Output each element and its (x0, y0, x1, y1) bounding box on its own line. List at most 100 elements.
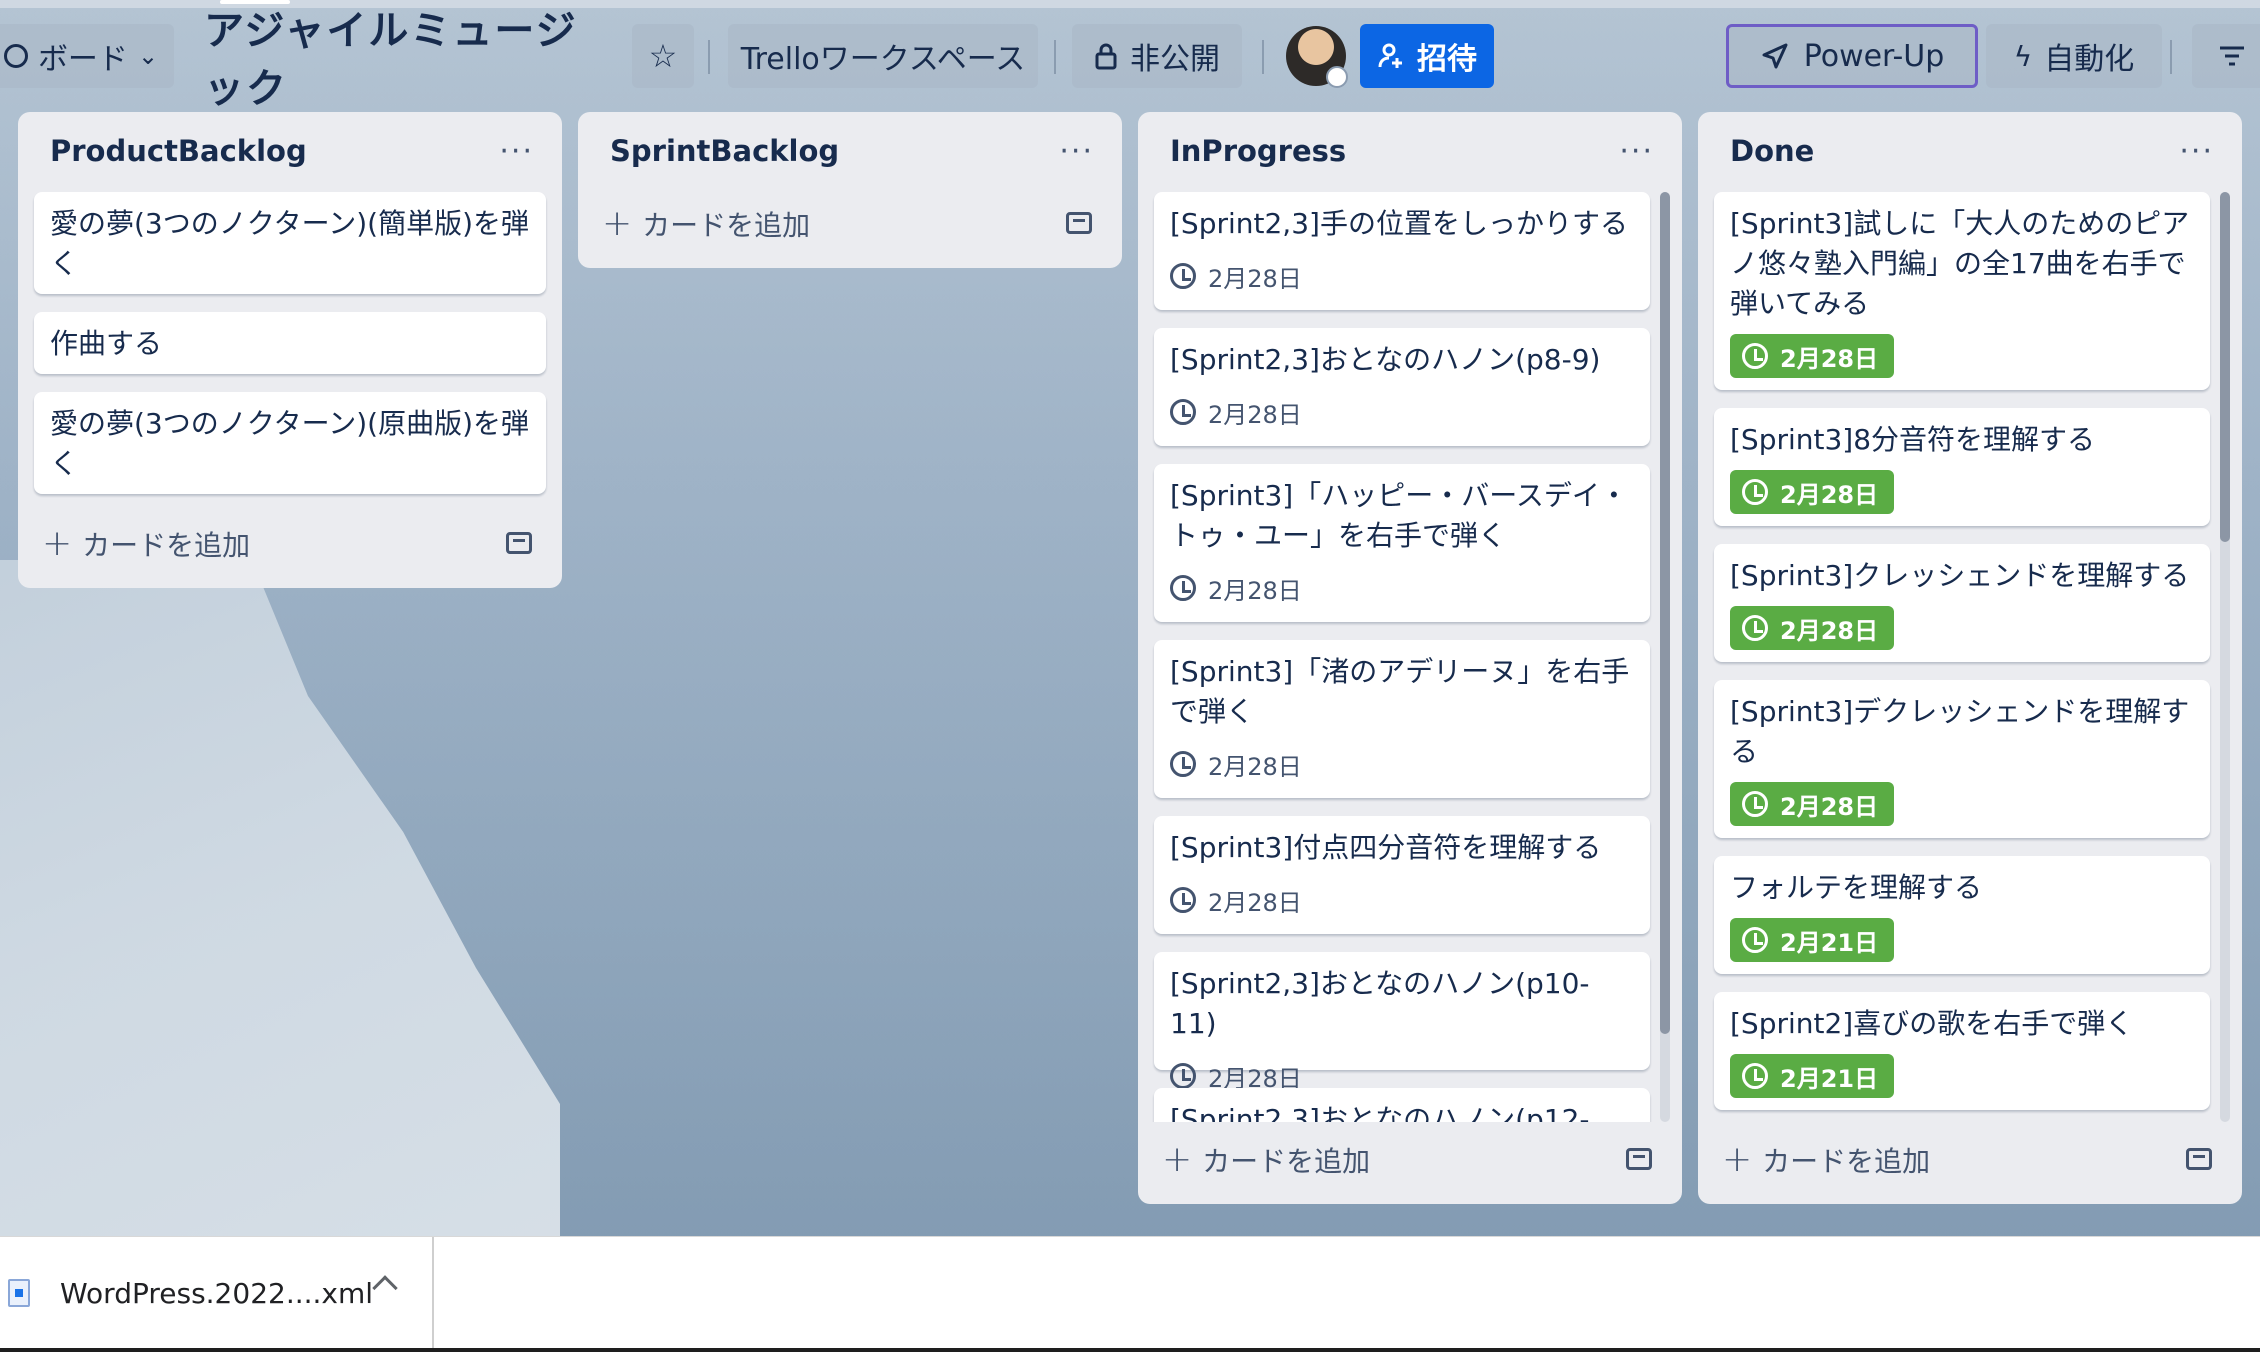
card-template-icon[interactable] (2186, 1148, 2212, 1170)
powerup-button[interactable]: Power-Up (1726, 24, 1978, 88)
due-date-badge[interactable]: 2月21日 (1730, 1054, 1895, 1098)
card-title: フォルテを理解する (1730, 871, 1983, 904)
divider (708, 40, 710, 74)
due-date-badge[interactable]: 2月28日 (1730, 470, 1895, 514)
due-date: 2月28日 (1780, 616, 1879, 645)
due-date-badge[interactable]: 2月28日 (1730, 782, 1895, 826)
card[interactable]: [Sprint3]「渚のアデリーヌ」を右手で弾く 2月28日 (1154, 640, 1650, 798)
list-title[interactable]: SprintBacklog (610, 134, 839, 168)
card[interactable]: 作曲する (34, 312, 546, 374)
card-list[interactable]: [Sprint3]試しに「大人のためのピアノ悠々塾入門編」の全17曲を右手で弾い… (1698, 192, 2242, 1122)
card[interactable]: [Sprint3]試しに「大人のためのピアノ悠々塾入門編」の全17曲を右手で弾い… (1714, 192, 2210, 390)
rocket-icon (1762, 43, 1788, 69)
card[interactable]: [Sprint3]デクレッシェンドを理解する 2月28日 (1714, 680, 2210, 838)
board-header: ボード ⌄ アジャイルミュージック ☆ Trelloワークスペース 非公開 招待… (0, 8, 2260, 112)
add-card-label: カードを追加 (642, 209, 811, 242)
due-date: 2月21日 (1780, 1064, 1879, 1093)
card-title: [Sprint2,3]手の位置をしっかりする (1170, 207, 1628, 240)
card[interactable]: [Sprint2]喜びの歌を右手で弾く 2月21日 (1714, 992, 2210, 1110)
card[interactable]: フォルテを理解する 2月21日 (1714, 856, 2210, 974)
add-card-button[interactable]: + カードを追加 (1722, 1140, 1930, 1180)
card-title: [Sprint2,3]おとなのハノン(p12-13) (1170, 1103, 1590, 1122)
card[interactable]: [Sprint2,3]おとなのハノン(p12-13) (1154, 1088, 1650, 1122)
list-menu-button[interactable]: ··· (499, 134, 534, 169)
board-icon (3, 44, 28, 68)
list-menu-button[interactable]: ··· (2179, 134, 2214, 169)
due-date-badge[interactable]: 2月21日 (1730, 918, 1895, 962)
board-title[interactable]: アジャイルミュージック (204, 8, 604, 112)
list-product-backlog: ProductBacklog ··· 愛の夢(3つのノクターン)(簡単版)を弾く… (18, 112, 562, 588)
clock-icon (1170, 887, 1196, 913)
download-item[interactable]: WordPress.2022....xml (0, 1237, 434, 1352)
list-title[interactable]: ProductBacklog (50, 134, 307, 168)
card-title: [Sprint3]付点四分音符を理解する (1170, 831, 1602, 864)
clock-icon (1742, 615, 1768, 641)
list-in-progress: InProgress ··· [Sprint2,3]手の位置をしっかりする 2月… (1138, 112, 1682, 1204)
card[interactable]: 愛の夢(3つのノクターン)(簡単版)を弾く (34, 192, 546, 294)
clock-icon (1170, 575, 1196, 601)
card-title: [Sprint3]「ハッピー・バースデイ・トゥ・ユー」を右手で弾く (1170, 479, 1628, 552)
list-menu-button[interactable]: ··· (1619, 134, 1654, 169)
list-title[interactable]: InProgress (1170, 134, 1346, 168)
invite-button[interactable]: 招待 (1360, 24, 1494, 88)
card[interactable]: [Sprint2,3]おとなのハノン(p8-9) 2月28日 (1154, 328, 1650, 446)
lightning-icon: ϟ (2013, 39, 2033, 73)
card[interactable]: [Sprint2,3]おとなのハノン(p10-11) 2月28日 (1154, 952, 1650, 1093)
divider (2170, 40, 2172, 74)
card-title: [Sprint2,3]おとなのハノン(p10-11) (1170, 967, 1590, 1040)
member-avatar[interactable] (1286, 26, 1348, 88)
due-date: 2月28日 (1208, 888, 1302, 917)
visibility-button[interactable]: 非公開 (1072, 24, 1242, 88)
scrollbar-thumb[interactable] (2220, 192, 2230, 542)
list-title[interactable]: Done (1730, 134, 1814, 168)
due-date-badge[interactable]: 2月28日 (1170, 254, 1302, 298)
card-template-icon[interactable] (1066, 212, 1092, 234)
scrollbar-thumb[interactable] (1660, 192, 1670, 1034)
card[interactable]: [Sprint3]付点四分音符を理解する 2月28日 (1154, 816, 1650, 934)
bottom-edge (0, 1348, 2260, 1352)
visibility-label: 非公開 (1130, 42, 1220, 77)
scrollbar[interactable] (1660, 192, 1670, 1122)
add-card-label: カードを追加 (1762, 1145, 1931, 1178)
card[interactable]: [Sprint3]「ハッピー・バースデイ・トゥ・ユー」を右手で弾く 2月28日 (1154, 464, 1650, 622)
due-date-badge[interactable]: 2月28日 (1170, 878, 1302, 922)
card[interactable]: 愛の夢(3つのノクターン)(原曲版)を弾く (34, 392, 546, 494)
add-card-button[interactable]: + カードを追加 (602, 204, 810, 244)
chevron-down-icon: ⌄ (137, 42, 159, 70)
board-switcher-label: ボード (37, 42, 128, 77)
due-date-badge[interactable]: 2月28日 (1170, 566, 1302, 610)
plus-icon: + (42, 523, 73, 564)
lock-icon (1095, 43, 1117, 70)
add-card-button[interactable]: + カードを追加 (42, 524, 250, 564)
workspace-button[interactable]: Trelloワークスペース (728, 24, 1038, 88)
clock-icon (1742, 927, 1768, 953)
card-title: [Sprint3]デクレッシェンドを理解する (1730, 695, 2190, 768)
plus-icon: + (602, 203, 633, 244)
card-template-icon[interactable] (1626, 1148, 1652, 1170)
card[interactable]: [Sprint3]クレッシェンドを理解する 2月28日 (1714, 544, 2210, 662)
clock-icon (1742, 1063, 1768, 1089)
due-date: 2月28日 (1208, 752, 1302, 781)
due-date: 2月28日 (1780, 792, 1879, 821)
list-menu-button[interactable]: ··· (1059, 134, 1094, 169)
add-card-label: カードを追加 (82, 529, 251, 562)
divider (1262, 40, 1264, 74)
invite-label: 招待 (1417, 42, 1477, 77)
card-list[interactable]: [Sprint2,3]手の位置をしっかりする 2月28日 [Sprint2,3]… (1138, 192, 1682, 1122)
filter-button[interactable] (2192, 24, 2260, 88)
star-button[interactable]: ☆ (632, 24, 694, 88)
due-date-badge[interactable]: 2月28日 (1730, 334, 1895, 378)
chevron-up-icon[interactable] (372, 1275, 398, 1301)
due-date-badge[interactable]: 2月28日 (1170, 742, 1302, 786)
powerup-label: Power-Up (1803, 38, 1945, 74)
scrollbar[interactable] (2220, 192, 2230, 1122)
automation-button[interactable]: ϟ 自動化 (1986, 24, 2162, 88)
card-title: 愛の夢(3つのノクターン)(原曲版)を弾く (50, 407, 529, 480)
due-date-badge[interactable]: 2月28日 (1730, 606, 1895, 650)
add-card-button[interactable]: + カードを追加 (1162, 1140, 1370, 1180)
card[interactable]: [Sprint3]8分音符を理解する 2月28日 (1714, 408, 2210, 526)
due-date-badge[interactable]: 2月28日 (1170, 390, 1302, 434)
card[interactable]: [Sprint2,3]手の位置をしっかりする 2月28日 (1154, 192, 1650, 310)
card-template-icon[interactable] (506, 532, 532, 554)
board-switcher-button[interactable]: ボード ⌄ (0, 24, 174, 88)
